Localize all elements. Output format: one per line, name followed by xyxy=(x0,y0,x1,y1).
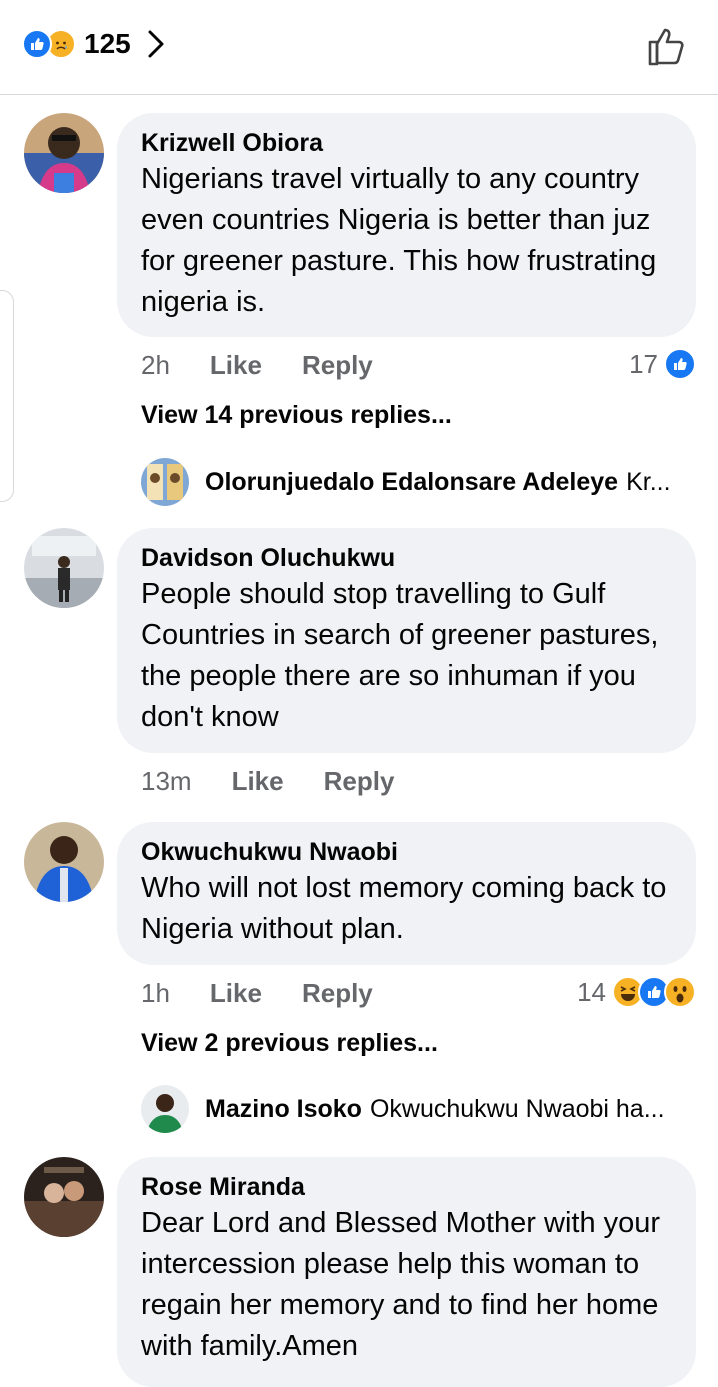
like-button[interactable]: Like xyxy=(232,766,284,797)
avatar[interactable] xyxy=(141,458,189,506)
like-button[interactable]: Like xyxy=(210,978,262,1009)
comment-bubble: Okwuchukwu Nwaobi Who will not lost memo… xyxy=(117,822,696,965)
wow-reaction-icon xyxy=(664,976,696,1008)
comment-bubble: Krizwell Obiora Nigerians travel virtual… xyxy=(117,113,696,337)
comment-reactions[interactable]: 14 xyxy=(577,976,696,1008)
comment-time[interactable]: 13m xyxy=(141,766,192,797)
avatar[interactable] xyxy=(24,822,104,902)
view-previous-replies[interactable]: View 14 previous replies... xyxy=(141,401,452,430)
comment-time[interactable]: 1h xyxy=(141,978,170,1009)
reply-button[interactable]: Reply xyxy=(302,978,373,1009)
comment-text: Dear Lord and Blessed Mother with your i… xyxy=(141,1207,661,1362)
reply-button[interactable]: Reply xyxy=(324,766,395,797)
reply-author[interactable]: Mazino Isoko xyxy=(205,1095,362,1124)
comment-reaction-count: 14 xyxy=(577,976,606,1007)
reaction-count: 125 xyxy=(84,28,131,59)
like-button[interactable]: Like xyxy=(210,350,262,381)
comment-time[interactable]: 2h xyxy=(141,350,170,381)
reply-button[interactable]: Reply xyxy=(302,350,373,381)
comment-author[interactable]: Rose Miranda xyxy=(141,1171,672,1203)
side-panel-edge xyxy=(0,290,14,502)
comment-text: Nigerians travel virtually to any countr… xyxy=(141,163,657,318)
comment-reactions[interactable]: 17 xyxy=(629,348,696,380)
latest-reply[interactable]: Mazino Isoko Okwuchukwu Nwaobi ha... xyxy=(141,1085,701,1133)
reply-snippet: Okwuchukwu Nwaobi ha... xyxy=(369,1094,665,1123)
view-previous-replies[interactable]: View 2 previous replies... xyxy=(141,1029,438,1058)
like-reaction-icon xyxy=(664,348,696,380)
avatar[interactable] xyxy=(24,1157,104,1237)
comment-actions: 13m Like Reply xyxy=(141,766,434,797)
comment-reaction-count: 17 xyxy=(629,348,658,379)
reply-snippet: Kr... xyxy=(626,467,671,496)
reply-author[interactable]: Olorunjuedalo Edalonsare Adeleye xyxy=(205,468,618,497)
thumbs-up-icon[interactable] xyxy=(646,24,690,68)
avatar[interactable] xyxy=(141,1085,189,1133)
comment-actions: 1h Like Reply xyxy=(141,978,413,1009)
latest-reply[interactable]: Olorunjuedalo Edalonsare Adeleye Kr... xyxy=(141,458,701,506)
avatar[interactable] xyxy=(24,528,104,608)
reactions-header: 125 xyxy=(0,0,718,95)
avatar[interactable] xyxy=(24,113,104,193)
like-reaction-icon xyxy=(22,29,52,59)
comment-actions: 2h Like Reply xyxy=(141,350,413,381)
comment-author[interactable]: Krizwell Obiora xyxy=(141,127,672,159)
comment-bubble: Davidson Oluchukwu People should stop tr… xyxy=(117,528,696,753)
chevron-right-icon xyxy=(148,30,164,58)
comment-text: People should stop travelling to Gulf Co… xyxy=(141,578,659,733)
comment-author[interactable]: Davidson Oluchukwu xyxy=(141,542,672,574)
comment-text: Who will not lost memory coming back to … xyxy=(141,872,667,945)
reaction-summary[interactable]: 125 xyxy=(22,28,165,60)
comment-author[interactable]: Okwuchukwu Nwaobi xyxy=(141,836,672,868)
comment-bubble: Rose Miranda Dear Lord and Blessed Mothe… xyxy=(117,1157,696,1387)
